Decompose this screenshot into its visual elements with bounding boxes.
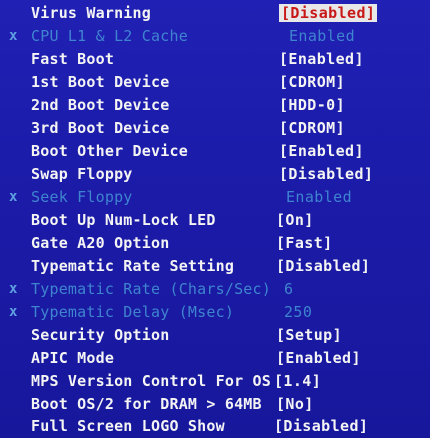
setting-row-2nd-boot-device[interactable]: 2nd Boot Device [HDD-0] bbox=[0, 95, 430, 117]
setting-row-swap-floppy[interactable]: Swap Floppy [Disabled] bbox=[0, 164, 430, 186]
setting-value: Enabled bbox=[286, 188, 353, 206]
setting-label: 3rd Boot Device bbox=[31, 119, 170, 137]
setting-value[interactable]: [On] bbox=[276, 210, 314, 230]
setting-row-fast-boot[interactable]: Fast Boot [Enabled] bbox=[0, 49, 430, 71]
setting-label: Gate A20 Option bbox=[31, 234, 170, 252]
setting-value[interactable]: [Enabled] bbox=[279, 141, 364, 161]
setting-row-security-option[interactable]: Security Option [Setup] bbox=[0, 325, 430, 347]
setting-label: Full Screen LOGO Show bbox=[31, 417, 225, 435]
setting-label: Swap Floppy bbox=[31, 165, 133, 183]
setting-label: Seek Floppy bbox=[31, 188, 133, 206]
setting-label: Typematic Delay (Msec) bbox=[31, 303, 235, 321]
setting-label: 2nd Boot Device bbox=[31, 96, 170, 114]
setting-row-seek-floppy: x Seek Floppy Enabled bbox=[0, 187, 430, 209]
setting-value[interactable]: [Disabled] bbox=[276, 256, 370, 276]
setting-value[interactable]: [Enabled] bbox=[276, 348, 361, 368]
setting-label: Typematic Rate Setting bbox=[31, 257, 235, 275]
setting-value[interactable]: [HDD-0] bbox=[279, 95, 345, 115]
setting-row-mps-version[interactable]: MPS Version Control For OS [1.4] bbox=[0, 371, 430, 393]
setting-row-boot-other-device[interactable]: Boot Other Device [Enabled] bbox=[0, 141, 430, 163]
setting-value-text: [Disabled] bbox=[279, 4, 378, 22]
setting-row-full-screen-logo[interactable]: Full Screen LOGO Show [Disabled] bbox=[0, 416, 430, 438]
setting-value[interactable]: [No] bbox=[276, 394, 314, 414]
setting-row-1st-boot-device[interactable]: 1st Boot Device [CDROM] bbox=[0, 72, 430, 94]
setting-value-selected[interactable]: [Disabled] bbox=[279, 3, 378, 23]
setting-value[interactable]: [Fast] bbox=[276, 233, 333, 253]
setting-value: 6 bbox=[284, 280, 294, 298]
setting-label: Boot Other Device bbox=[31, 142, 188, 160]
setting-value[interactable]: [Setup] bbox=[276, 325, 342, 345]
setting-label: Boot OS/2 for DRAM > 64MB bbox=[31, 395, 262, 413]
setting-row-typematic-rate-setting[interactable]: Typematic Rate Setting [Disabled] bbox=[0, 256, 430, 278]
setting-row-3rd-boot-device[interactable]: 3rd Boot Device [CDROM] bbox=[0, 118, 430, 140]
setting-value[interactable]: [CDROM] bbox=[279, 118, 345, 138]
setting-row-virus-warning[interactable]: Virus Warning [Disabled] bbox=[0, 3, 430, 25]
setting-label: Typematic Rate (Chars/Sec) bbox=[31, 280, 271, 298]
setting-row-gate-a20[interactable]: Gate A20 Option [Fast] bbox=[0, 233, 430, 255]
setting-row-typematic-rate: x Typematic Rate (Chars/Sec) 6 bbox=[0, 279, 430, 301]
unavailable-marker: x bbox=[9, 304, 18, 320]
setting-row-cpu-cache: x CPU L1 & L2 Cache Enabled bbox=[0, 26, 430, 48]
setting-value[interactable]: [Disabled] bbox=[279, 164, 373, 184]
unavailable-marker: x bbox=[9, 189, 18, 205]
setting-label: 1st Boot Device bbox=[31, 73, 170, 91]
setting-label: APIC Mode bbox=[31, 349, 115, 367]
setting-value[interactable]: [CDROM] bbox=[279, 72, 345, 92]
setting-label: CPU L1 & L2 Cache bbox=[31, 27, 188, 45]
unavailable-marker: x bbox=[9, 28, 18, 44]
setting-label: Boot Up Num-Lock LED bbox=[31, 211, 216, 229]
unavailable-marker: x bbox=[9, 281, 18, 297]
setting-label: Virus Warning bbox=[31, 4, 151, 22]
setting-label: Security Option bbox=[31, 326, 170, 344]
setting-value[interactable]: [Enabled] bbox=[279, 49, 364, 69]
setting-row-typematic-delay: x Typematic Delay (Msec) 250 bbox=[0, 302, 430, 324]
setting-value: Enabled bbox=[289, 27, 356, 45]
setting-value[interactable]: [Disabled] bbox=[274, 416, 368, 436]
setting-label: Fast Boot bbox=[31, 50, 115, 68]
setting-row-apic-mode[interactable]: APIC Mode [Enabled] bbox=[0, 348, 430, 370]
setting-value[interactable]: [1.4] bbox=[274, 371, 321, 391]
setting-row-boot-os2[interactable]: Boot OS/2 for DRAM > 64MB [No] bbox=[0, 394, 430, 416]
setting-row-num-lock-led[interactable]: Boot Up Num-Lock LED [On] bbox=[0, 210, 430, 232]
setting-value: 250 bbox=[284, 303, 313, 321]
bios-advanced-features-screen: Virus Warning [Disabled] x CPU L1 & L2 C… bbox=[0, 0, 430, 438]
setting-label: MPS Version Control For OS bbox=[31, 372, 271, 390]
